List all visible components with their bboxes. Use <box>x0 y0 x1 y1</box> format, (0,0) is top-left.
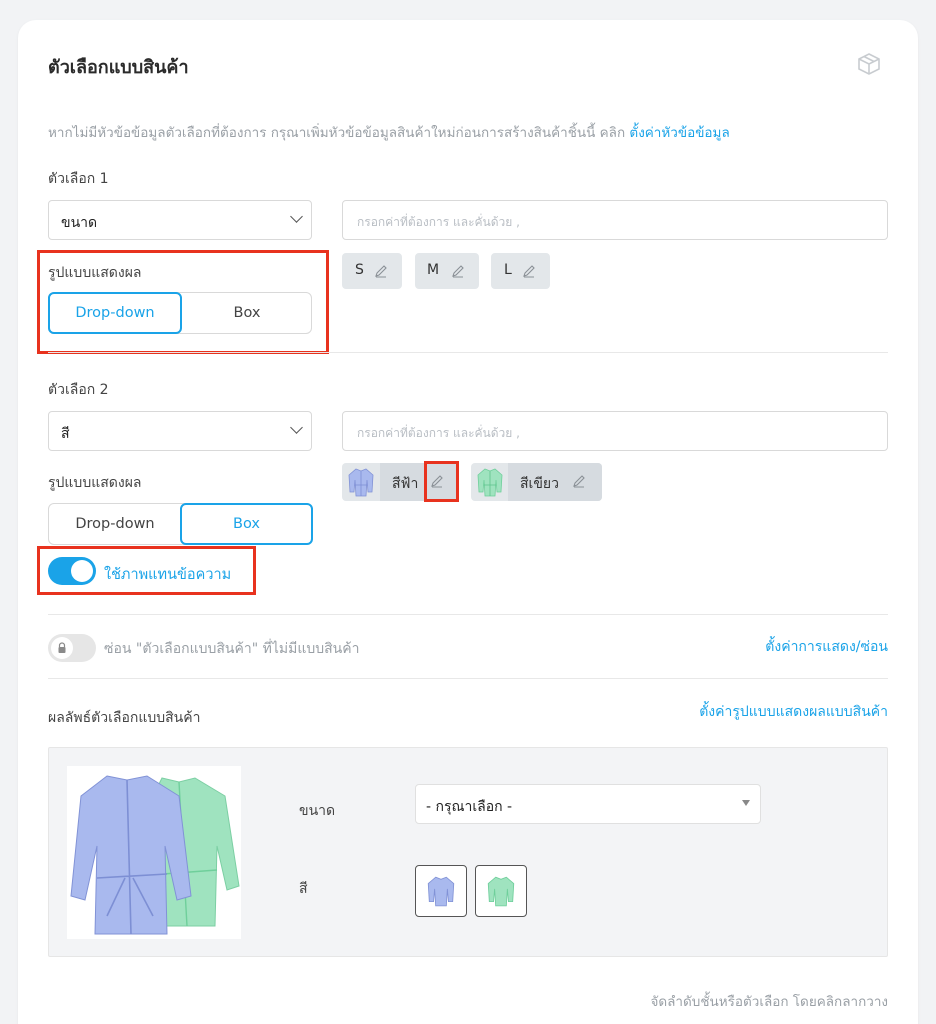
value-chip-label: สีเขียว <box>520 476 559 492</box>
hide-empty-variants-toggle[interactable] <box>48 634 96 662</box>
option1-dropdown-option[interactable]: Drop-down <box>48 292 182 334</box>
option1-select-value: ขนาด <box>61 215 98 231</box>
divider <box>48 352 888 353</box>
pencil-icon[interactable] <box>374 264 388 278</box>
box-icon[interactable] <box>856 52 882 76</box>
blue-shirt-thumbnail <box>427 876 455 907</box>
option2-dropdown-option[interactable]: Drop-down <box>49 504 181 544</box>
lock-icon <box>58 642 66 653</box>
preview-color-green-swatch[interactable] <box>475 865 527 917</box>
option2-label: ตัวเลือก 2 <box>48 382 109 398</box>
option1-values-input[interactable]: กรอกค่าที่ต้องการ และคั่นด้วย , <box>342 200 888 240</box>
hint-message: หากไม่มีหัวข้อข้อมูลตัวเลือกที่ต้องการ ก… <box>48 125 630 141</box>
option2-display-segmented: Drop-down Box <box>48 503 313 545</box>
pencil-icon[interactable] <box>451 264 465 278</box>
chevron-down-icon <box>290 210 303 223</box>
toggle-knob <box>71 560 93 582</box>
option1-label: ตัวเลือก 1 <box>48 171 109 187</box>
preview-size-label: ขนาด <box>299 803 336 819</box>
value-chip-label: L <box>504 262 512 278</box>
option2-box-option[interactable]: Box <box>180 503 313 545</box>
option2-select[interactable]: สี <box>48 411 312 451</box>
hide-empty-variants-label: ซ่อน "ตัวเลือกแบบสินค้า" ที่ไม่มีแบบสินค… <box>104 641 360 657</box>
value-chip[interactable]: สีเขียว <box>471 463 602 501</box>
preview-size-select[interactable]: - กรุณาเลือก - <box>415 784 761 824</box>
reorder-hint: จัดลำดับชั้นหรือตัวเลือก โดยคลิกลากวาง <box>650 994 888 1010</box>
blue-shirt-thumbnail <box>348 468 374 497</box>
option1-select[interactable]: ขนาด <box>48 200 312 240</box>
page-title: ตัวเลือกแบบสินค้า <box>48 57 189 78</box>
value-chip[interactable]: S <box>342 253 402 289</box>
preview-size-select-value: - กรุณาเลือก - <box>426 799 513 815</box>
option2-input-placeholder: กรอกค่าที่ต้องการ และคั่นด้วย , <box>357 426 520 440</box>
green-shirt-thumbnail <box>487 876 515 907</box>
option1-display-label: รูปแบบแสดงผล <box>48 265 142 281</box>
option1-box-option[interactable]: Box <box>183 293 311 333</box>
result-display-settings-link[interactable]: ตั้งค่ารูปแบบแสดงผลแบบสินค้า <box>699 701 888 723</box>
preview-color-blue-swatch[interactable] <box>415 865 467 917</box>
preview-color-label: สี <box>299 881 308 897</box>
result-preview-panel: ขนาด - กรุณาเลือก - สี <box>48 747 888 957</box>
setup-attributes-link[interactable]: ตั้งค่าหัวข้อข้อมูล <box>629 125 729 141</box>
option2-values-input[interactable]: กรอกค่าที่ต้องการ และคั่นด้วย , <box>342 411 888 451</box>
use-image-toggle-label: ใช้ภาพแทนข้อความ <box>104 567 232 583</box>
caret-down-icon <box>742 800 750 806</box>
toggle-knob <box>51 637 73 659</box>
use-image-toggle[interactable] <box>48 557 96 585</box>
value-chip-label: M <box>427 262 440 278</box>
option2-display-label: รูปแบบแสดงผล <box>48 475 142 491</box>
option1-display-segmented: Drop-down Box <box>48 292 312 334</box>
product-shirts-illustration <box>70 775 240 935</box>
result-label: ผลลัพธ์ตัวเลือกแบบสินค้า <box>48 710 201 726</box>
value-chip[interactable]: M <box>415 253 479 289</box>
value-chip[interactable]: L <box>491 253 550 289</box>
display-settings-link[interactable]: ตั้งค่าการแสดง/ซ่อน <box>765 636 888 658</box>
product-image <box>67 766 241 939</box>
highlight-box-edit-icon <box>424 461 459 502</box>
divider <box>48 614 888 615</box>
green-shirt-thumbnail <box>477 468 503 497</box>
option1-input-placeholder: กรอกค่าที่ต้องการ และคั่นด้วย , <box>357 215 520 229</box>
value-chip-label: สีฟ้า <box>392 476 419 492</box>
hint-text: หากไม่มีหัวข้อข้อมูลตัวเลือกที่ต้องการ ก… <box>48 121 730 143</box>
pencil-icon[interactable] <box>522 264 536 278</box>
pencil-icon[interactable] <box>572 474 586 488</box>
value-chip-label: S <box>355 262 364 278</box>
option2-select-value: สี <box>61 426 70 442</box>
chevron-down-icon <box>290 421 303 434</box>
divider <box>48 678 888 679</box>
